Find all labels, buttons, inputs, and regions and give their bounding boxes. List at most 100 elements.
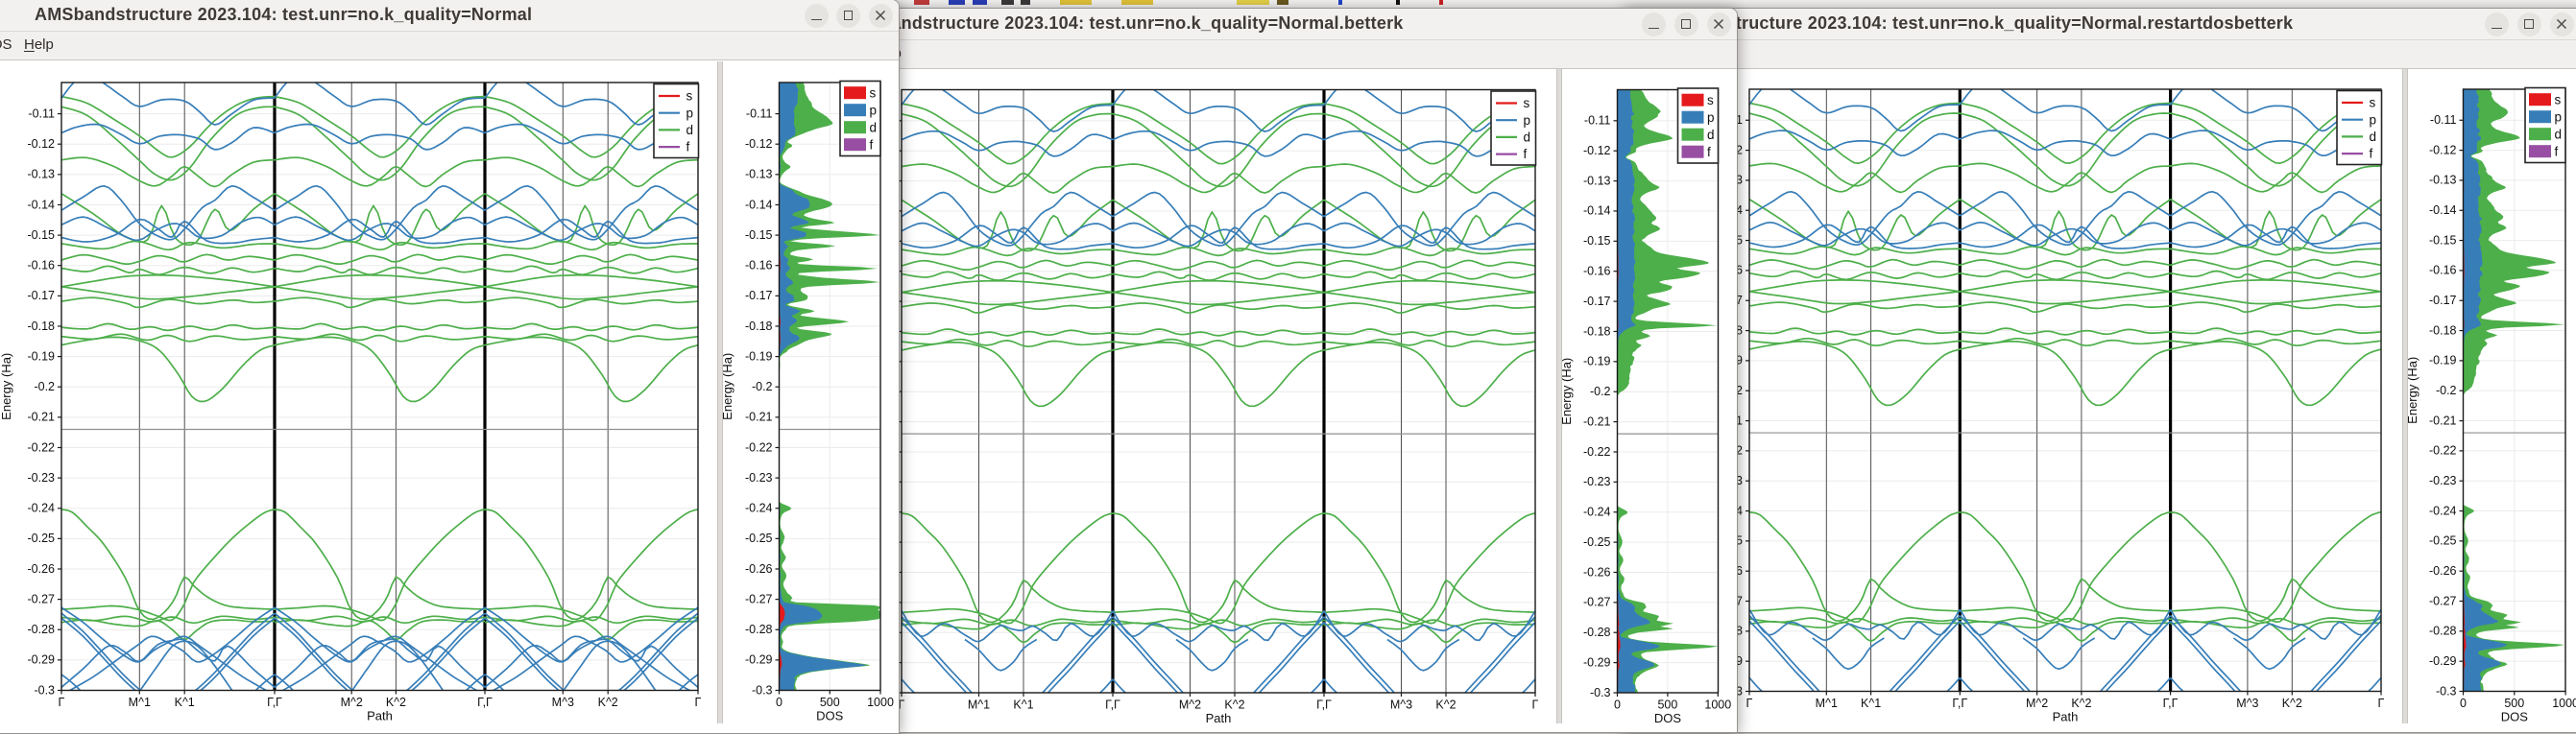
svg-text:d: d [1524,130,1531,144]
svg-text:-0.11: -0.11 [1584,114,1611,128]
svg-text:p: p [2555,109,2563,124]
svg-text:-0.21: -0.21 [28,411,56,424]
svg-text:s: s [1524,96,1530,110]
svg-text:K^2: K^2 [1435,698,1456,712]
svg-text:-0.15: -0.15 [745,228,773,242]
svg-text:-0.27: -0.27 [28,592,56,605]
svg-text:M^2: M^2 [2026,697,2048,710]
svg-text:-0.19: -0.19 [745,349,773,363]
svg-text:-0.27: -0.27 [1583,596,1611,609]
svg-text:-0.28: -0.28 [745,623,773,636]
svg-text:K^1: K^1 [1013,698,1033,712]
svg-text:p: p [686,106,694,120]
svg-text:-0.17: -0.17 [1583,295,1611,308]
svg-text:-0.12: -0.12 [745,137,773,151]
svg-text:K^1: K^1 [175,696,195,709]
svg-text:Energy (Ha): Energy (Ha) [1562,358,1574,425]
svg-text:0: 0 [2460,697,2467,710]
svg-text:-0.2: -0.2 [1590,385,1611,398]
svg-text:-0.2: -0.2 [752,380,773,393]
svg-text:-0.29: -0.29 [2429,654,2457,668]
svg-text:-0.15: -0.15 [2429,233,2457,247]
svg-text:M^3: M^3 [2236,697,2258,710]
svg-text:p: p [1707,110,1715,125]
svg-text:K^2: K^2 [2282,697,2302,710]
svg-text:0: 0 [1614,698,1621,712]
svg-text:-0.28: -0.28 [28,623,56,636]
svg-text:d: d [870,120,878,134]
svg-text:1000: 1000 [867,696,894,709]
svg-text:Γ: Γ [2378,697,2385,710]
svg-text:p: p [870,103,878,117]
svg-text:500: 500 [1657,698,1677,712]
svg-text:-0.13: -0.13 [1583,174,1611,187]
svg-text:Γ,Γ: Γ,Γ [1316,698,1332,712]
svg-text:500: 500 [820,696,840,709]
svg-text:-0.3: -0.3 [34,683,55,697]
svg-text:-0.3: -0.3 [752,683,773,697]
svg-text:-0.13: -0.13 [28,168,56,181]
svg-text:f: f [870,137,874,152]
svg-text:DOS: DOS [1654,711,1682,723]
svg-text:-0.23: -0.23 [28,471,56,485]
svg-text:-0.13: -0.13 [2429,174,2457,187]
svg-text:Energy (Ha): Energy (Ha) [0,353,13,420]
svg-text:Γ: Γ [695,696,702,709]
svg-text:-0.18: -0.18 [28,320,56,333]
svg-text:-0.3: -0.3 [2436,684,2457,698]
svg-text:d: d [686,123,694,137]
svg-text:M^1: M^1 [1816,697,1838,710]
svg-text:f: f [2370,147,2373,161]
svg-text:Energy (Ha): Energy (Ha) [2408,357,2420,424]
svg-text:-0.17: -0.17 [2429,294,2457,307]
svg-text:-0.25: -0.25 [1583,535,1611,549]
svg-text:Γ: Γ [1746,697,1753,710]
svg-text:-0.14: -0.14 [2429,203,2457,217]
svg-text:0: 0 [776,696,782,709]
svg-text:-0.23: -0.23 [1583,475,1611,488]
svg-text:DOS: DOS [816,709,844,723]
svg-text:M^2: M^2 [1179,698,1201,712]
svg-text:-0.21: -0.21 [2429,414,2457,427]
svg-text:M^1: M^1 [968,698,990,712]
svg-text:-0.12: -0.12 [2429,143,2457,156]
svg-text:Γ,Γ: Γ,Γ [1952,697,1967,710]
svg-text:Γ: Γ [1532,698,1539,712]
svg-text:-0.22: -0.22 [1583,445,1611,459]
svg-text:-0.26: -0.26 [1583,565,1611,579]
svg-text:-0.11: -0.11 [746,107,773,120]
svg-text:K^2: K^2 [598,696,618,709]
svg-text:-0.14: -0.14 [1583,204,1611,218]
svg-text:K^2: K^2 [386,696,406,709]
svg-text:K^2: K^2 [2071,697,2091,710]
svg-text:Path: Path [2053,710,2079,724]
svg-text:f: f [1707,145,1711,159]
svg-text:-0.18: -0.18 [745,320,773,333]
svg-text:-0.21: -0.21 [1583,414,1611,428]
svg-text:-0.26: -0.26 [745,562,773,576]
svg-text:-0.25: -0.25 [2429,534,2457,548]
svg-text:1000: 1000 [1704,698,1731,712]
svg-text:-0.18: -0.18 [2429,323,2457,337]
svg-text:s: s [2370,96,2376,110]
svg-text:f: f [1524,147,1528,161]
svg-text:s: s [2555,92,2562,107]
svg-text:d: d [2555,127,2563,141]
svg-text:-0.15: -0.15 [1583,234,1611,248]
svg-text:s: s [870,85,877,100]
svg-text:-0.25: -0.25 [745,532,773,545]
svg-text:-0.19: -0.19 [1583,355,1611,368]
svg-text:-0.26: -0.26 [2429,564,2457,578]
svg-text:-0.24: -0.24 [2429,504,2457,517]
svg-text:-0.28: -0.28 [1583,626,1611,639]
svg-text:Energy (Ha): Energy (Ha) [723,353,734,420]
svg-text:-0.24: -0.24 [745,502,773,515]
svg-text:Γ,Γ: Γ,Γ [2163,697,2179,710]
svg-text:-0.14: -0.14 [28,198,56,211]
svg-text:s: s [1707,93,1714,107]
svg-text:d: d [1707,128,1715,142]
svg-text:-0.3: -0.3 [1590,686,1611,699]
svg-text:-0.19: -0.19 [2429,354,2457,367]
svg-text:-0.18: -0.18 [1583,324,1611,338]
svg-text:-0.11: -0.11 [28,107,55,120]
